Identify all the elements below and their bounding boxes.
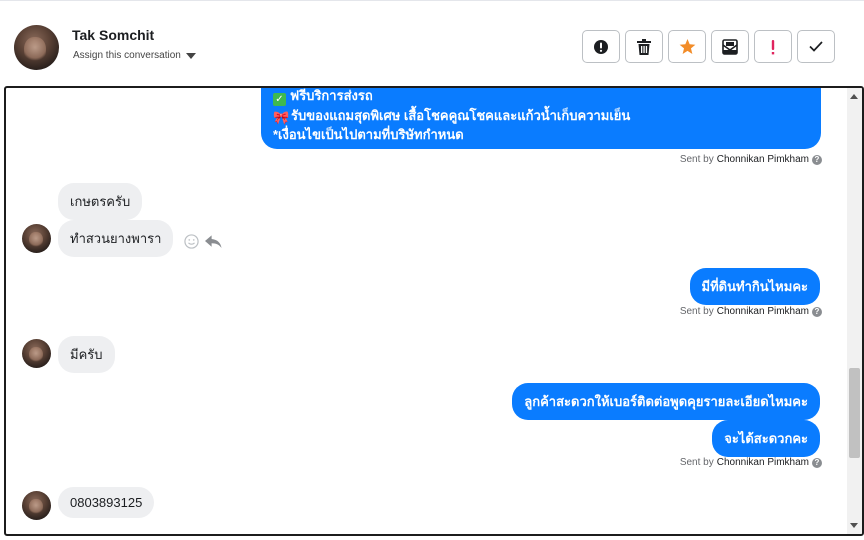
- alert-circle-icon: [594, 39, 608, 54]
- incoming-message-bubble: มีครับ: [58, 336, 115, 373]
- check-mark-emoji-icon: ✓: [273, 93, 286, 106]
- outgoing-message-bubble: ✓ ฟรีบริการส่งรถ 🎀 รับของแถมสุดพิเศษ เสื้อ…: [261, 88, 821, 149]
- mark-unread-button[interactable]: [711, 30, 749, 63]
- assign-conversation-dropdown[interactable]: Assign this conversation: [73, 50, 196, 61]
- help-icon[interactable]: ?: [812, 154, 822, 165]
- scroll-up-arrow-icon[interactable]: [850, 94, 858, 99]
- exclamation-icon: [771, 39, 775, 54]
- reply-icon[interactable]: [205, 234, 222, 249]
- star-button[interactable]: [668, 30, 706, 63]
- scrollbar-thumb[interactable]: [849, 368, 860, 458]
- message-text-line: *เงื่อนไขเป็นไปตามที่บริษัทกำหนด: [273, 127, 464, 142]
- incoming-message-bubble: เกษตรครับ: [58, 183, 143, 220]
- check-icon: [809, 41, 823, 52]
- contact-name[interactable]: Tak Somchit: [72, 27, 154, 43]
- help-icon[interactable]: ?: [812, 306, 822, 317]
- agent-name: Chonnikan Pimkham: [716, 457, 809, 468]
- outgoing-message-bubble: จะได้สะดวกคะ: [712, 420, 820, 457]
- contact-avatar-small[interactable]: [22, 224, 51, 253]
- incoming-message-bubble: ทำสวนยางพารา: [58, 220, 174, 257]
- outgoing-message-bubble: ลูกค้าสะดวกให้เบอร์ติดต่อพูดคุยรายละเอีย…: [512, 383, 820, 420]
- done-button[interactable]: [797, 30, 835, 63]
- message-text-line: รับของแถมสุดพิเศษ เสื้อโชคคูณโชคและแก้วน…: [291, 108, 631, 123]
- sent-by-prefix: Sent by: [679, 154, 714, 165]
- conversation-toolbar: [582, 30, 835, 63]
- message-actions: [184, 234, 222, 249]
- vertical-scrollbar[interactable]: [847, 88, 862, 534]
- message-thread[interactable]: ✓ ฟรีบริการส่งรถ 🎀 รับของแถมสุดพิเศษ เสื้อ…: [4, 86, 864, 536]
- outgoing-message-bubble: มีที่ดินทำกินไหมคะ: [689, 268, 820, 305]
- trash-icon: [637, 38, 651, 55]
- contact-avatar-small[interactable]: [22, 491, 51, 520]
- sent-by-prefix: Sent by: [679, 306, 714, 317]
- sent-by-label: Sent by Chonnikan Pimkham ?: [680, 457, 822, 468]
- assign-label: Assign this conversation: [73, 50, 181, 61]
- delete-button[interactable]: [625, 30, 663, 63]
- incoming-message-bubble: 0803893125: [58, 487, 155, 518]
- help-icon[interactable]: ?: [812, 457, 822, 468]
- emoji-reaction-icon[interactable]: [184, 234, 199, 249]
- ribbon-emoji-icon: 🎀: [273, 110, 290, 125]
- contact-avatar-small[interactable]: [22, 339, 51, 368]
- envelope-icon: [722, 38, 738, 55]
- contact-avatar[interactable]: [14, 25, 59, 70]
- caret-down-icon: [185, 52, 196, 59]
- sent-by-label: Sent by Chonnikan Pimkham ?: [680, 154, 822, 165]
- message-text-line: ฟรีบริการส่งรถ: [290, 88, 373, 103]
- star-icon: [679, 38, 695, 54]
- agent-name: Chonnikan Pimkham: [716, 306, 809, 317]
- spam-button[interactable]: [582, 30, 620, 63]
- conversation-header: Tak Somchit Assign this conversation: [0, 0, 864, 86]
- important-button[interactable]: [754, 30, 792, 63]
- agent-name: Chonnikan Pimkham: [716, 154, 809, 165]
- sent-by-label: Sent by Chonnikan Pimkham ?: [680, 306, 822, 317]
- scroll-down-arrow-icon[interactable]: [850, 523, 858, 528]
- sent-by-prefix: Sent by: [679, 457, 714, 468]
